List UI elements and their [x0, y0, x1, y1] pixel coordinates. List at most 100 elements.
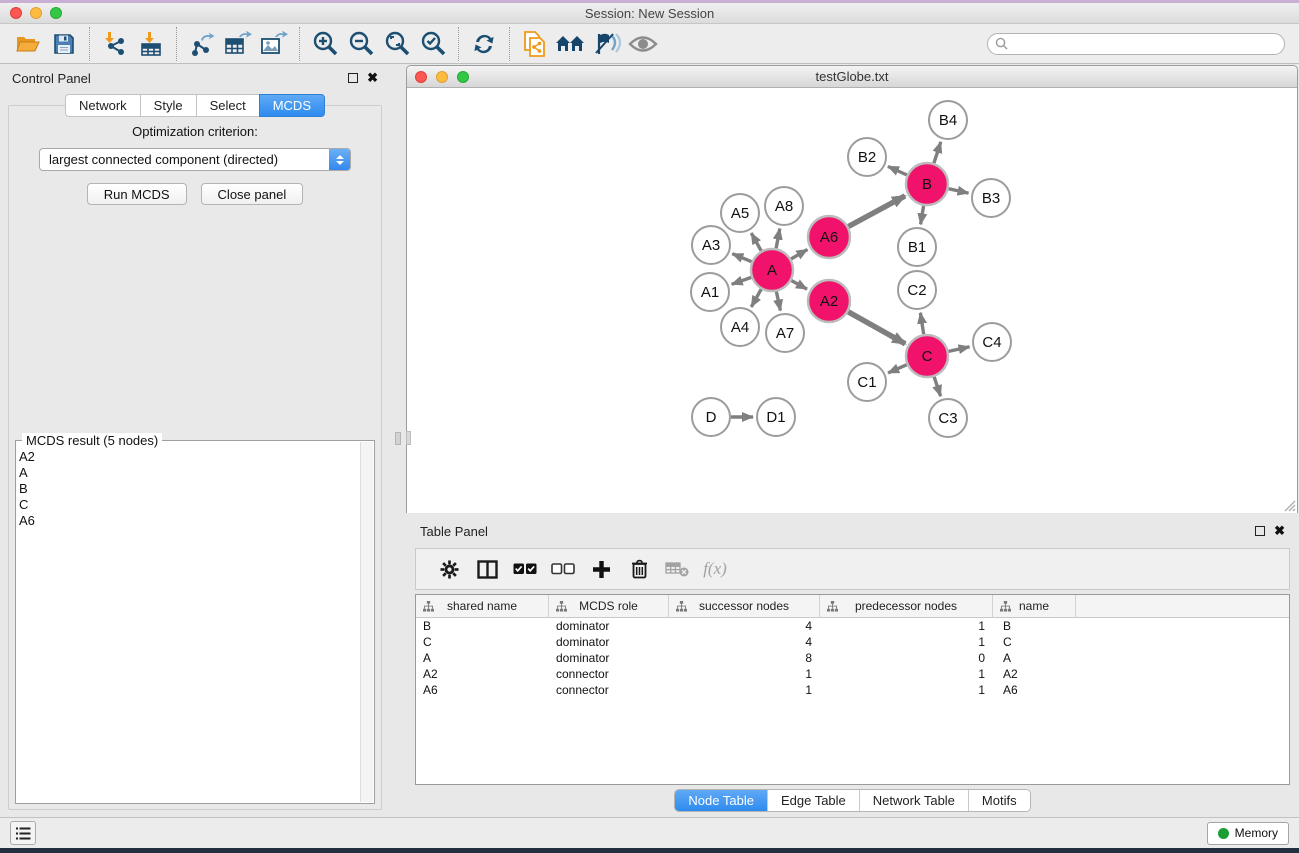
tab-edge-table[interactable]: Edge Table — [768, 790, 860, 811]
column-header-mcds-role[interactable]: MCDS role — [549, 595, 669, 617]
import-network-button[interactable] — [97, 28, 133, 60]
edge-B-B3[interactable] — [949, 189, 969, 193]
hide-annotations-button[interactable] — [589, 28, 625, 60]
edge-A-A5[interactable] — [751, 233, 761, 251]
select-all-button[interactable] — [506, 552, 544, 586]
tab-select[interactable]: Select — [196, 94, 259, 117]
graph-node-C[interactable]: C — [906, 335, 948, 377]
network-canvas[interactable]: AA1A2A3A4A5A6A7A8BB1B2B3B4CC1C2C3C4DD1 — [407, 88, 1297, 513]
graph-node-B1[interactable]: B1 — [898, 228, 936, 266]
graph-node-C1[interactable]: C1 — [848, 363, 886, 401]
import-table-button[interactable] — [133, 28, 169, 60]
result-item[interactable]: A6 — [19, 513, 359, 529]
result-item[interactable]: A2 — [19, 449, 359, 465]
edge-A-A1[interactable] — [732, 277, 752, 284]
table-row[interactable]: Bdominator41B — [416, 618, 1289, 634]
edge-A-A7[interactable] — [776, 292, 780, 311]
edge-C-C3[interactable] — [934, 377, 941, 396]
graph-node-B4[interactable]: B4 — [929, 101, 967, 139]
close-panel-icon[interactable]: ✖ — [367, 73, 378, 83]
table-settings-button[interactable] — [430, 552, 468, 586]
create-column-button[interactable] — [582, 552, 620, 586]
resize-grip-icon[interactable] — [1281, 497, 1296, 512]
graph-node-A6[interactable]: A6 — [808, 216, 850, 258]
tab-node-table[interactable]: Node Table — [675, 790, 768, 811]
memory-button[interactable]: Memory — [1207, 822, 1289, 845]
zoom-fit-button[interactable] — [379, 28, 415, 60]
splitter-handle[interactable] — [395, 432, 401, 445]
graph-node-D[interactable]: D — [692, 398, 730, 436]
clone-network-button[interactable] — [517, 28, 553, 60]
edge-C-C1[interactable] — [888, 365, 907, 373]
result-scrollbar[interactable] — [360, 442, 373, 802]
save-session-button[interactable] — [46, 28, 82, 60]
delete-table-button[interactable] — [658, 552, 696, 586]
graph-node-A2[interactable]: A2 — [808, 280, 850, 322]
graph-node-C4[interactable]: C4 — [973, 323, 1011, 361]
close-panel-button[interactable]: Close panel — [201, 183, 304, 205]
tab-style[interactable]: Style — [140, 94, 196, 117]
canvas-splitter-nub[interactable] — [406, 431, 411, 445]
float-panel-icon[interactable] — [348, 73, 358, 83]
show-hide-eye-button[interactable] — [625, 28, 661, 60]
search-input[interactable] — [1008, 37, 1284, 51]
edge-B-B2[interactable] — [888, 166, 907, 175]
open-file-button[interactable] — [10, 28, 46, 60]
tab-motifs[interactable]: Motifs — [969, 790, 1030, 811]
edge-A-A6[interactable] — [791, 250, 807, 260]
result-item[interactable]: A — [19, 465, 359, 481]
graph-node-A1[interactable]: A1 — [691, 273, 729, 311]
graph-node-C2[interactable]: C2 — [898, 271, 936, 309]
graph-node-B3[interactable]: B3 — [972, 179, 1010, 217]
export-image-button[interactable] — [256, 28, 292, 60]
graph-node-A4[interactable]: A4 — [721, 308, 759, 346]
edge-B-B1[interactable] — [921, 206, 924, 225]
vertical-splitter[interactable] — [390, 64, 406, 817]
column-header-name[interactable]: name — [993, 595, 1076, 617]
table-close-icon[interactable]: ✖ — [1274, 526, 1285, 536]
table-row[interactable]: A2connector11A2 — [416, 666, 1289, 682]
edge-B-B4[interactable] — [934, 142, 941, 163]
table-row[interactable]: Adominator80A — [416, 650, 1289, 666]
edge-A-A2[interactable] — [791, 281, 807, 290]
criterion-dropdown[interactable]: largest connected component (directed) — [39, 148, 351, 171]
result-item[interactable]: B — [19, 481, 359, 497]
tab-network[interactable]: Network — [65, 94, 140, 117]
zoom-out-button[interactable] — [343, 28, 379, 60]
show-column-panel-button[interactable] — [468, 552, 506, 586]
edge-A2-C[interactable] — [848, 312, 905, 344]
table-row[interactable]: Cdominator41C — [416, 634, 1289, 650]
mcds-result-list[interactable]: A2ABCA6 — [19, 449, 359, 802]
function-builder-button[interactable]: f(x) — [696, 552, 734, 586]
table-row[interactable]: A6connector11A6 — [416, 682, 1289, 698]
table-float-icon[interactable] — [1255, 526, 1265, 536]
edge-A6-B[interactable] — [848, 196, 905, 227]
graph-node-D1[interactable]: D1 — [757, 398, 795, 436]
tab-network-table[interactable]: Network Table — [860, 790, 969, 811]
graph-node-A3[interactable]: A3 — [692, 226, 730, 264]
network-graph[interactable]: AA1A2A3A4A5A6A7A8BB1B2B3B4CC1C2C3C4DD1 — [407, 88, 1297, 513]
graph-node-B2[interactable]: B2 — [848, 138, 886, 176]
zoom-in-button[interactable] — [307, 28, 343, 60]
deselect-all-button[interactable] — [544, 552, 582, 586]
graph-node-A[interactable]: A — [751, 249, 793, 291]
graph-node-A8[interactable]: A8 — [765, 187, 803, 225]
edge-A-A4[interactable] — [751, 289, 761, 307]
graph-node-C3[interactable]: C3 — [929, 399, 967, 437]
export-network-button[interactable] — [184, 28, 220, 60]
graph-node-A5[interactable]: A5 — [721, 194, 759, 232]
search-field[interactable] — [987, 33, 1285, 55]
edge-C-C2[interactable] — [920, 313, 923, 335]
tab-mcds[interactable]: MCDS — [259, 94, 325, 117]
export-table-button[interactable] — [220, 28, 256, 60]
edge-A-A8[interactable] — [776, 229, 780, 249]
home-view-button[interactable] — [553, 28, 589, 60]
result-item[interactable]: C — [19, 497, 359, 513]
delete-column-button[interactable] — [620, 552, 658, 586]
run-mcds-button[interactable]: Run MCDS — [87, 183, 187, 205]
graph-node-A7[interactable]: A7 — [766, 314, 804, 352]
column-header-successor-nodes[interactable]: successor nodes — [669, 595, 820, 617]
column-header-predecessor-nodes[interactable]: predecessor nodes — [820, 595, 993, 617]
edge-C-C4[interactable] — [949, 347, 970, 352]
task-history-button[interactable] — [10, 821, 36, 845]
